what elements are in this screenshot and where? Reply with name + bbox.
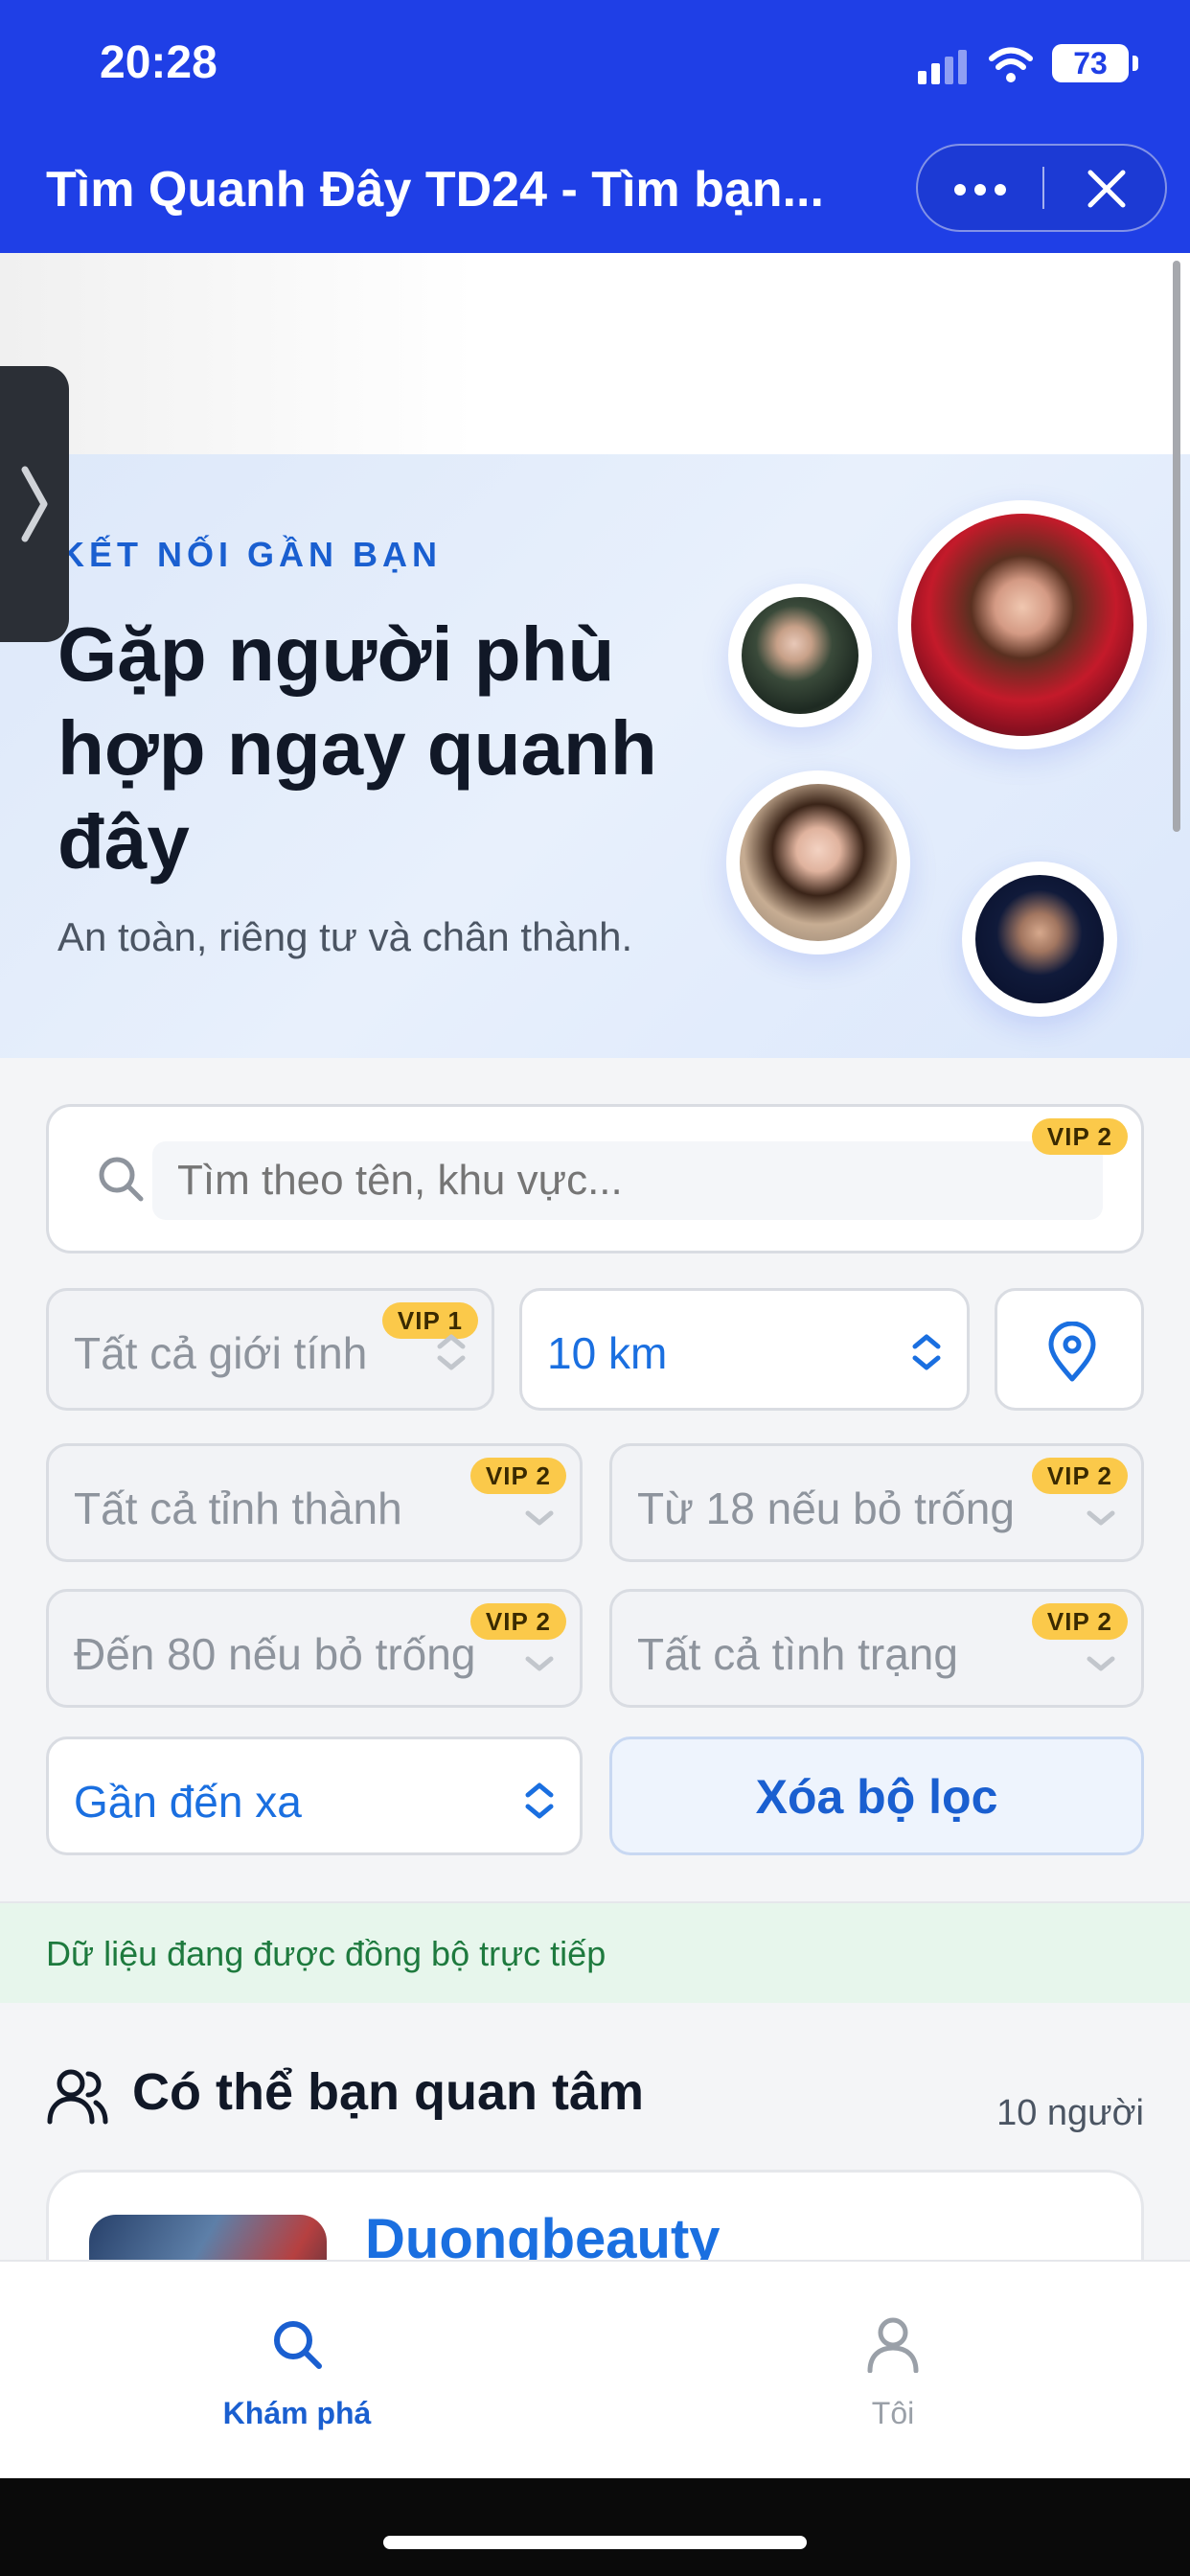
search-icon	[99, 1157, 144, 1202]
hero-section: KẾT NỐI GẦN BẠN Gặp người phù hợp ngay q…	[0, 454, 1190, 1058]
search-input[interactable]	[152, 1141, 1103, 1220]
vip-badge: VIP 2	[1031, 1118, 1128, 1155]
relationship-status-select-value: Tất cả tình trạng	[637, 1629, 958, 1679]
select-chevron-icon	[437, 1334, 466, 1370]
tab-profile[interactable]: Tôi	[749, 2262, 1037, 2453]
age-from-select-value: Từ 18 nếu bỏ trống	[637, 1484, 1015, 1533]
avatar	[728, 584, 872, 727]
sort-select[interactable]: Gần đến xa	[46, 1736, 583, 1855]
home-indicator[interactable]	[383, 2536, 807, 2549]
section-title: Có thể bạn quan tâm	[132, 2063, 645, 2121]
gender-select[interactable]: Tất cả giới tính VIP 1	[46, 1288, 494, 1411]
tab-explore[interactable]: Khám phá	[153, 2262, 441, 2453]
chevron-right-icon	[21, 466, 48, 542]
mini-app-capsule	[916, 144, 1167, 232]
battery-indicator: 73	[1052, 44, 1138, 82]
avatar	[726, 770, 910, 954]
avatar	[962, 862, 1117, 1017]
home-indicator-area	[0, 2478, 1190, 2576]
sync-notice-text: Dữ liệu đang được đồng bộ trực tiếp	[46, 1934, 606, 1973]
section-count: 10 người	[996, 2093, 1144, 2133]
hero-title: Gặp người phù hợp ngay quanh đây	[57, 611, 657, 885]
select-chevron-icon	[525, 1510, 554, 1526]
side-drawer-handle[interactable]	[0, 366, 69, 642]
avatar	[898, 500, 1147, 749]
age-from-select[interactable]: Từ 18 nếu bỏ trống VIP 2	[609, 1443, 1144, 1562]
select-chevron-icon	[525, 1656, 554, 1671]
cellular-signal-icon	[918, 50, 967, 84]
status-bar: 20:28 73	[0, 0, 1190, 125]
sort-select-value: Gần đến xa	[74, 1777, 302, 1827]
user-icon	[867, 2317, 919, 2373]
app-header: Tìm Quanh Đây TD24 - Tìm bạn...	[0, 125, 1190, 253]
banner-placeholder	[0, 253, 1190, 454]
current-location-button[interactable]	[995, 1288, 1144, 1411]
sync-notice: Dữ liệu đang được đồng bộ trực tiếp	[0, 1903, 1190, 2003]
age-to-select[interactable]: Đến 80 nếu bỏ trống VIP 2	[46, 1589, 583, 1708]
page-title: Tìm Quanh Đây TD24 - Tìm bạn...	[46, 162, 824, 218]
relationship-status-select[interactable]: Tất cả tình trạng VIP 2	[609, 1589, 1144, 1708]
tab-explore-label: Khám phá	[222, 2396, 372, 2430]
users-icon	[47, 2069, 108, 2125]
tab-profile-label: Tôi	[871, 2396, 915, 2430]
close-icon	[1087, 170, 1126, 208]
distance-select-value: 10 km	[547, 1328, 668, 1378]
province-select-value: Tất cả tỉnh thành	[74, 1484, 402, 1533]
age-to-select-value: Đến 80 nếu bỏ trống	[74, 1629, 476, 1679]
status-time: 20:28	[100, 37, 217, 88]
select-chevron-icon	[912, 1334, 941, 1370]
select-chevron-icon	[525, 1782, 554, 1819]
gender-select-value: Tất cả giới tính	[74, 1328, 368, 1378]
wifi-icon	[989, 47, 1033, 82]
hero-subtitle: An toàn, riêng tư và chân thành.	[57, 914, 633, 959]
more-options-button[interactable]	[918, 146, 1042, 230]
distance-select[interactable]: 10 km	[519, 1288, 970, 1411]
search-box[interactable]: VIP 2	[46, 1104, 1144, 1254]
province-select[interactable]: Tất cả tỉnh thành VIP 2	[46, 1443, 583, 1562]
select-chevron-icon	[1087, 1510, 1115, 1526]
close-button[interactable]	[1044, 146, 1169, 230]
search-icon	[274, 2321, 322, 2369]
bottom-tab-bar: Khám phá Tôi	[0, 2260, 1190, 2478]
hero-eyebrow: KẾT NỐI GẦN BẠN	[59, 535, 442, 574]
clear-filters-button[interactable]: Xóa bộ lọc	[609, 1736, 1144, 1855]
location-pin-icon	[1048, 1322, 1096, 1382]
scrollbar-thumb[interactable]	[1173, 261, 1180, 832]
select-chevron-icon	[1087, 1656, 1115, 1671]
